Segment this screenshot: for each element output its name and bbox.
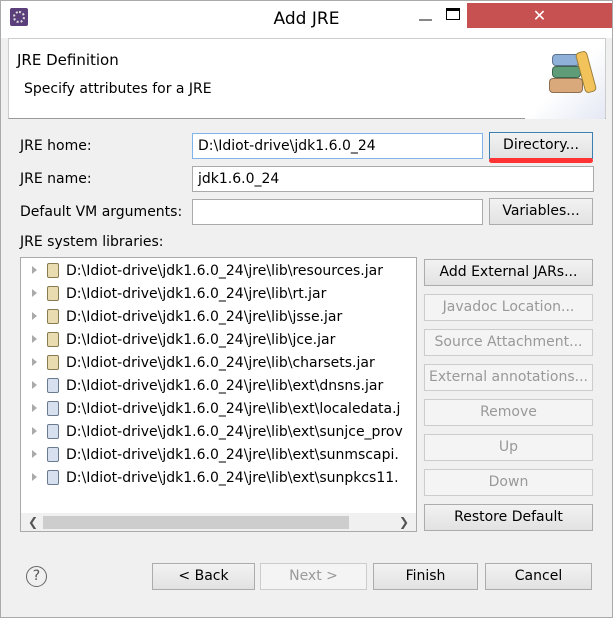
title-bar: Add JRE ✕ [1,1,612,38]
expand-arrow-icon[interactable] [32,358,37,366]
jar-icon [47,401,59,416]
jar-icon [47,263,59,278]
library-path: D:\Idiot-drive\jdk1.6.0_24\jre\lib\ext\s… [66,470,399,486]
jar-icon [47,378,59,393]
expand-arrow-icon[interactable] [32,266,37,274]
library-item[interactable]: D:\Idiot-drive\jdk1.6.0_24\jre\lib\resou… [21,260,416,283]
library-path: D:\Idiot-drive\jdk1.6.0_24\jre\lib\resou… [66,263,383,279]
expand-arrow-icon[interactable] [32,312,37,320]
expand-arrow-icon[interactable] [32,404,37,412]
help-icon[interactable]: ? [26,566,47,587]
wizard-header: JRE Definition Specify attributes for a … [8,38,606,119]
library-path: D:\Idiot-drive\jdk1.6.0_24\jre\lib\ext\l… [66,401,401,417]
next-button: Next > [260,563,367,590]
jre-home-input[interactable]: D:\Idiot-drive\jdk1.6.0_24 [192,133,483,159]
maximize-button[interactable] [446,8,460,20]
library-path: D:\Idiot-drive\jdk1.6.0_24\jre\lib\rt.ja… [66,286,327,302]
vm-args-input[interactable] [192,199,483,225]
jar-icon [47,424,59,439]
close-button[interactable]: ✕ [467,3,612,28]
library-item[interactable]: D:\Idiot-drive\jdk1.6.0_24\jre\lib\ext\d… [21,375,416,398]
jre-name-label: JRE name: [20,171,92,187]
jre-home-label: JRE home: [20,138,92,154]
external-annotations-button: External annotations... [424,364,593,391]
page-description: Specify attributes for a JRE [24,81,212,97]
library-item[interactable]: D:\Idiot-drive\jdk1.6.0_24\jre\lib\jsse.… [21,306,416,329]
page-title: JRE Definition [17,51,119,69]
source-attachment-button: Source Attachment... [424,329,593,356]
expand-arrow-icon[interactable] [32,427,37,435]
finish-button[interactable]: Finish [373,563,478,590]
jar-icon [47,309,59,324]
library-path: D:\Idiot-drive\jdk1.6.0_24\jre\lib\chars… [66,355,375,371]
up-button: Up [424,434,593,461]
expand-arrow-icon[interactable] [32,450,37,458]
scrollbar-thumb[interactable] [43,516,349,529]
jar-icon [47,286,59,301]
library-item[interactable]: D:\Idiot-drive\jdk1.6.0_24\jre\lib\chars… [21,352,416,375]
jre-name-input[interactable]: jdk1.6.0_24 [192,166,594,192]
restore-default-button[interactable]: Restore Default [424,504,593,531]
remove-button: Remove [424,399,593,426]
library-item[interactable]: D:\Idiot-drive\jdk1.6.0_24\jre\lib\ext\s… [21,467,416,490]
directory-button[interactable]: Directory... [489,132,593,159]
libraries-tree[interactable]: ❮ ❯ D:\Idiot-drive\jdk1.6.0_24\jre\lib\r… [20,257,417,532]
library-books-icon [525,39,605,119]
libraries-label: JRE system libraries: [20,234,164,250]
add-jre-dialog: Add JRE ✕ JRE Definition Specify attribu… [0,0,613,618]
down-button: Down [424,469,593,496]
library-path: D:\Idiot-drive\jdk1.6.0_24\jre\lib\jce.j… [66,332,336,348]
add-external-jars-button[interactable]: Add External JARs... [424,259,593,286]
annotation-underline [489,158,593,163]
library-item[interactable]: D:\Idiot-drive\jdk1.6.0_24\jre\lib\ext\s… [21,421,416,444]
back-button[interactable]: < Back [152,563,255,590]
library-item[interactable]: D:\Idiot-drive\jdk1.6.0_24\jre\lib\ext\s… [21,444,416,467]
library-path: D:\Idiot-drive\jdk1.6.0_24\jre\lib\ext\s… [66,424,403,440]
scroll-right-icon[interactable]: ❯ [399,513,409,531]
minimize-button[interactable] [417,9,437,29]
library-path: D:\Idiot-drive\jdk1.6.0_24\jre\lib\ext\d… [66,378,384,394]
jar-icon [47,470,59,485]
library-item[interactable]: D:\Idiot-drive\jdk1.6.0_24\jre\lib\jce.j… [21,329,416,352]
javadoc-location-button: Javadoc Location... [424,294,593,321]
library-path: D:\Idiot-drive\jdk1.6.0_24\jre\lib\ext\s… [66,447,399,463]
cancel-button[interactable]: Cancel [485,563,592,590]
expand-arrow-icon[interactable] [32,335,37,343]
vm-args-label: Default VM arguments: [20,204,183,220]
jar-icon [47,447,59,462]
variables-button[interactable]: Variables... [489,198,593,225]
horizontal-scrollbar[interactable]: ❮ ❯ [21,513,416,531]
scroll-left-icon[interactable]: ❮ [28,513,38,531]
expand-arrow-icon[interactable] [32,381,37,389]
jar-icon [47,355,59,370]
library-path: D:\Idiot-drive\jdk1.6.0_24\jre\lib\jsse.… [66,309,343,325]
expand-arrow-icon[interactable] [32,289,37,297]
library-item[interactable]: D:\Idiot-drive\jdk1.6.0_24\jre\lib\ext\l… [21,398,416,421]
library-item[interactable]: D:\Idiot-drive\jdk1.6.0_24\jre\lib\rt.ja… [21,283,416,306]
expand-arrow-icon[interactable] [32,473,37,481]
jar-icon [47,332,59,347]
